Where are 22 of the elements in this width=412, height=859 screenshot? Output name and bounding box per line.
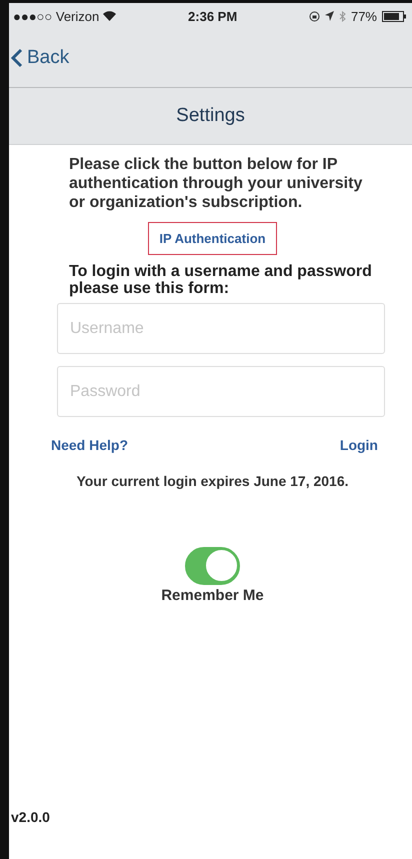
location-arrow-icon [324, 11, 334, 21]
lock-rotation-icon [308, 10, 320, 22]
wifi-icon [103, 10, 116, 20]
remember-me-toggle[interactable] [185, 547, 240, 585]
password-field[interactable]: Password [57, 366, 385, 417]
clock-text: 2:36 PM [188, 8, 238, 24]
version-text: v2.0.0 [11, 809, 51, 825]
remember-me-label: Remember Me [161, 587, 264, 604]
bluetooth-icon [338, 10, 346, 22]
ip-authentication-button[interactable]: IP Authentication [148, 222, 277, 255]
ip-instructions-text: Please click the button below for IP authentication through your university or organization's subscription. [69, 155, 364, 212]
carrier-text: ●●●○○ Verizon [13, 8, 116, 24]
form-instructions-text: To login with a username and password please use this form: [69, 263, 373, 297]
battery-percent-text: 77% [350, 8, 377, 24]
back-button[interactable]: Back [11, 47, 70, 69]
username-field[interactable]: Username [57, 303, 385, 354]
login-expiry-text: Your current login expires June 17, 2016. [75, 473, 350, 489]
need-help-link[interactable]: Need Help? [51, 437, 128, 453]
screen-title: Settings [176, 105, 245, 127]
chevron-left-icon [11, 48, 23, 68]
battery-icon [382, 10, 406, 22]
login-link[interactable]: Login [340, 437, 378, 453]
